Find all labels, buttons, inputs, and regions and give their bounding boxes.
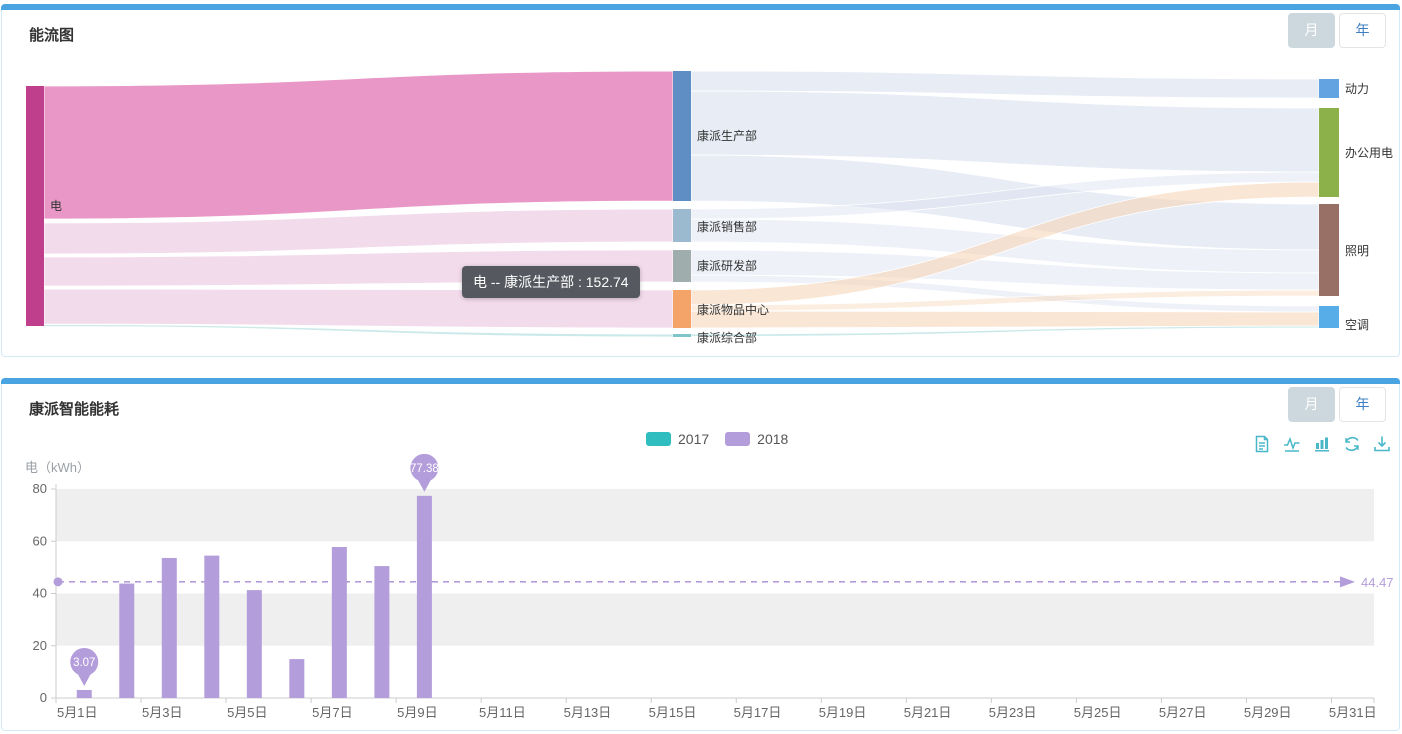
sankey-node-空调[interactable] [1319, 306, 1339, 328]
bar-2018-5月1日[interactable] [77, 690, 92, 698]
bar-2018-5月2日[interactable] [119, 584, 134, 698]
average-line-dot [54, 577, 63, 586]
x-tick-label: 5月3日 [142, 705, 182, 720]
sankey-node-label: 空调 [1345, 318, 1369, 332]
sankey-node-康派生产部[interactable] [673, 71, 691, 201]
sankey-node-label: 康派物品中心 [697, 302, 769, 317]
x-tick-label: 5月21日 [904, 705, 952, 720]
bar-2018-5月5日[interactable] [247, 590, 262, 698]
sankey-node-电[interactable] [26, 86, 44, 326]
bar-2018-5月4日[interactable] [204, 556, 219, 698]
chart-toolbar [1252, 434, 1392, 454]
x-tick-label: 5月29日 [1244, 705, 1292, 720]
value-balloon-text: 77.38 [410, 463, 439, 475]
sankey-node-label: 康派生产部 [697, 128, 757, 143]
sankey-chart: 电 康派生产部康派销售部康派研发部康派物品中心康派综合部 动力办公用电照明空调 [2, 5, 1401, 358]
sankey-node-照明[interactable] [1319, 204, 1339, 296]
x-tick-label: 5月11日 [479, 705, 526, 720]
x-tick-label: 5月19日 [819, 705, 867, 720]
bar-2018-5月9日[interactable] [417, 496, 432, 698]
energy-consumption-card: 康派智能能耗 月 年 2017 2018 [1, 378, 1400, 731]
value-balloon-text: 3.07 [73, 657, 95, 669]
y-tick-label: 0 [40, 690, 47, 705]
x-tick-label: 5月15日 [649, 705, 697, 720]
y-tick-label: 60 [33, 533, 47, 548]
y-tick-label: 20 [33, 638, 47, 653]
average-value-label: 44.47 [1361, 575, 1394, 590]
sankey-node-label: 动力 [1345, 82, 1369, 96]
legend-swatch-2017 [646, 432, 671, 446]
sankey-node-label: 康派销售部 [697, 219, 757, 234]
energy-flow-card: 能流图 月 年 电康派生产部康派销售部康派研发部康派物品中心康派综合部动力办公用… [1, 4, 1400, 357]
sankey-node-label: 照明 [1345, 244, 1369, 258]
x-tick-label: 5月5日 [227, 705, 267, 720]
bar-2018-5月3日[interactable] [162, 558, 177, 698]
legend-label-2017: 2017 [678, 431, 709, 447]
x-tick-label: 5月13日 [564, 705, 612, 720]
sankey-node-label: 康派综合部 [697, 330, 757, 345]
average-line-arrow [1340, 576, 1355, 587]
x-tick-label: 5月27日 [1159, 705, 1207, 720]
x-tick-label: 5月23日 [989, 705, 1037, 720]
plot-band [56, 489, 1374, 541]
sankey-node-康派综合部[interactable] [673, 334, 691, 337]
bar-2018-5月7日[interactable] [332, 547, 347, 698]
sankey-node-康派物品中心[interactable] [673, 290, 691, 328]
y-tick-label: 80 [33, 481, 47, 496]
trend-chart-icon[interactable] [1282, 434, 1302, 454]
sankey-node-办公用电[interactable] [1319, 108, 1339, 197]
legend-item-2017[interactable]: 2017 [646, 431, 709, 447]
refresh-icon[interactable] [1342, 434, 1362, 454]
sankey-node-label: 电 [50, 199, 62, 213]
bar-chart-icon[interactable] [1312, 434, 1332, 454]
download-icon[interactable] [1372, 434, 1392, 454]
x-tick-label: 5月9日 [397, 705, 437, 720]
report-icon[interactable] [1252, 434, 1272, 454]
bar-2018-5月6日[interactable] [289, 659, 304, 698]
y-axis-name: 电（kWh） [25, 460, 90, 475]
sankey-tooltip: 电 -- 康派生产部 : 152.74 [462, 266, 640, 298]
chart-legend: 2017 2018 [646, 431, 788, 447]
legend-label-2018: 2018 [757, 431, 788, 447]
sankey-node-康派研发部[interactable] [673, 250, 691, 282]
y-tick-label: 40 [33, 586, 47, 601]
legend-item-2018[interactable]: 2018 [725, 431, 788, 447]
sankey-link-康派物品中心-空调[interactable] [691, 311, 1319, 328]
x-tick-label: 5月1日 [57, 705, 97, 720]
bar-2018-5月8日[interactable] [374, 566, 389, 698]
value-balloon-5月9日: 77.38 [410, 454, 439, 492]
x-tick-label: 5月17日 [734, 705, 782, 720]
sankey-node-康派销售部[interactable] [673, 209, 691, 242]
legend-swatch-2018 [725, 432, 750, 446]
x-tick-label: 5月31日 [1329, 705, 1377, 720]
sankey-node-label: 康派研发部 [697, 258, 757, 273]
sankey-node-label: 办公用电 [1345, 145, 1393, 160]
sankey-link-电-康派生产部[interactable] [44, 71, 673, 219]
x-tick-label: 5月25日 [1074, 705, 1122, 720]
x-tick-label: 5月7日 [312, 705, 352, 720]
value-balloon-5月1日: 3.07 [70, 648, 98, 686]
sankey-node-动力[interactable] [1319, 79, 1339, 98]
